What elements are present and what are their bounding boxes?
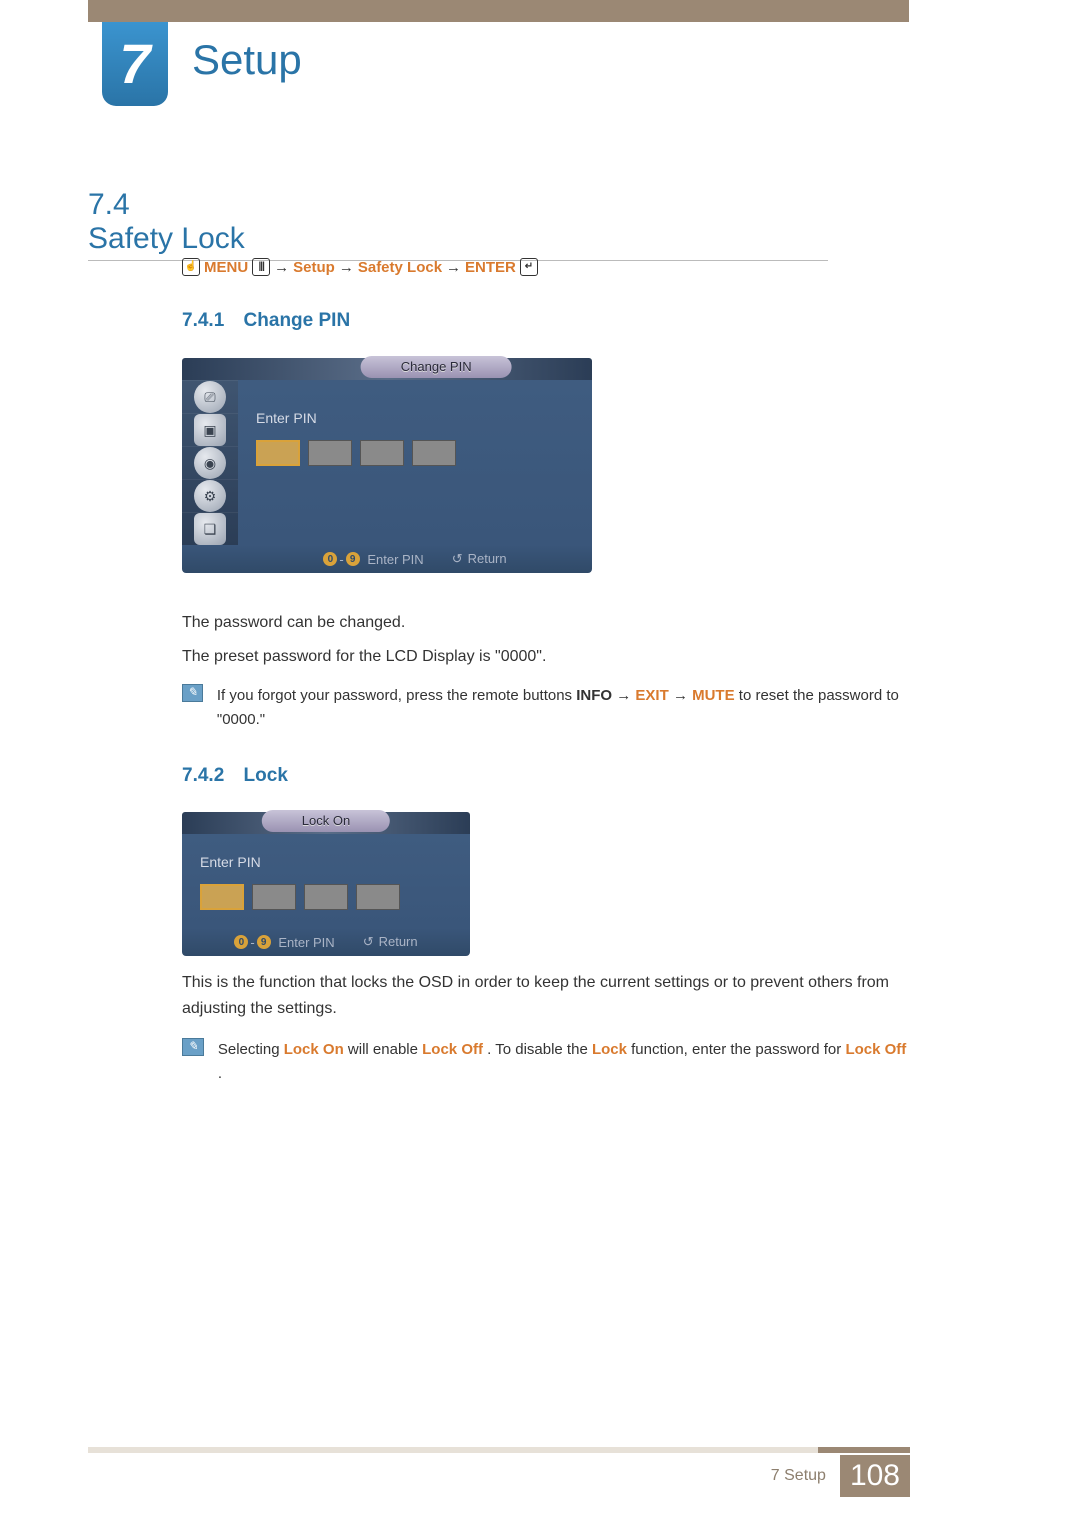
osd-main-area: Enter PIN xyxy=(182,834,470,928)
osd-title: Change PIN xyxy=(361,356,512,378)
footer-return-label: Return xyxy=(363,934,418,950)
body-text-3: This is the function that locks the OSD … xyxy=(182,970,910,1021)
footer-hint-enterpin: 0-9 Enter PIN xyxy=(323,552,423,567)
sidebar-input-icon: ⎚ xyxy=(194,381,226,413)
osd-change-pin-panel: Change PIN ⎚ ▣ ◉ ⚙ ❏ Enter PIN 0-9 Enter… xyxy=(182,358,592,573)
body-text-2: The preset password for the LCD Display … xyxy=(182,644,910,670)
enter-pin-label: Enter PIN xyxy=(256,410,574,426)
term-lock-off-2: Lock Off xyxy=(845,1041,906,1058)
chapter-number-tab: 7 xyxy=(102,22,168,106)
note-reset-password: ✎ If you forgot your password, press the… xyxy=(182,684,910,732)
digit-0-icon: 0 xyxy=(323,552,337,566)
arrow-icon: → xyxy=(274,259,289,276)
section-title: Safety Lock xyxy=(88,222,828,261)
breadcrumb-menu: MENU xyxy=(204,259,248,276)
pin-input-row xyxy=(200,884,452,910)
osd-title-bar: Change PIN xyxy=(182,358,592,380)
footer-return-label: Return xyxy=(452,551,507,567)
footer-page-number: 108 xyxy=(840,1455,910,1497)
note-lock-on: ✎ Selecting Lock On will enable Lock Off… xyxy=(182,1038,910,1086)
note-icon: ✎ xyxy=(182,1038,204,1056)
term-lock-on: Lock On xyxy=(284,1041,344,1058)
footer-hint-enterpin: 0-9 Enter PIN xyxy=(234,935,334,950)
footer-divider-light xyxy=(88,1447,818,1453)
pin-digit-3[interactable] xyxy=(304,884,348,910)
digit-0-icon: 0 xyxy=(234,935,248,949)
breadcrumb-setup: Setup xyxy=(293,259,335,276)
osd-footer: 0-9 Enter PIN Return xyxy=(182,545,592,573)
key-exit: EXIT xyxy=(635,687,668,704)
subsection-number: 7.4.1 xyxy=(182,310,224,331)
osd-lock-on-panel: Lock On Enter PIN 0-9 Enter PIN Return xyxy=(182,812,470,956)
digit-9-icon: 9 xyxy=(257,935,271,949)
osd-main-area: Enter PIN xyxy=(238,380,592,545)
remote-icon xyxy=(182,258,200,276)
key-info: INFO xyxy=(576,687,612,704)
osd-title-bar: Lock On xyxy=(182,812,470,834)
arrow-icon: → xyxy=(339,259,354,276)
sidebar-setup-icon: ⚙ xyxy=(194,480,226,512)
sidebar-sound-icon: ◉ xyxy=(194,447,226,479)
pin-digit-1[interactable] xyxy=(256,440,300,466)
pin-input-row xyxy=(256,440,574,466)
key-mute: MUTE xyxy=(692,687,735,704)
osd-sidebar: ⎚ ▣ ◉ ⚙ ❏ xyxy=(182,380,238,545)
pin-digit-4[interactable] xyxy=(356,884,400,910)
menu-path-breadcrumb: MENU → Setup → Safety Lock → ENTER xyxy=(182,258,538,276)
sidebar-multi-icon: ❏ xyxy=(194,513,226,545)
osd-title: Lock On xyxy=(262,810,390,832)
enter-pin-label: Enter PIN xyxy=(200,854,452,870)
header-band xyxy=(88,0,909,22)
chapter-title: Setup xyxy=(192,36,302,84)
section-number: 7.4 xyxy=(88,188,170,222)
subsection-title: Change PIN xyxy=(244,310,351,331)
note-icon: ✎ xyxy=(182,684,203,702)
sidebar-picture-icon: ▣ xyxy=(194,414,226,446)
subsection-741-header: 7.4.1 Change PIN xyxy=(182,310,350,332)
page-footer: 7 Setup 108 xyxy=(771,1455,910,1497)
section-header: 7.4 Safety Lock xyxy=(88,188,910,261)
subsection-title: Lock xyxy=(244,765,288,786)
enter-icon xyxy=(520,258,538,276)
arrow-icon: → xyxy=(446,259,461,276)
pin-digit-2[interactable] xyxy=(308,440,352,466)
pin-digit-1[interactable] xyxy=(200,884,244,910)
chapter-number: 7 xyxy=(119,36,150,92)
footer-enter-pin-label: Enter PIN xyxy=(367,552,423,567)
breadcrumb-enter: ENTER xyxy=(465,259,516,276)
osd-footer: 0-9 Enter PIN Return xyxy=(182,928,470,956)
digit-9-icon: 9 xyxy=(346,552,360,566)
menu-icon xyxy=(252,258,270,276)
pin-digit-3[interactable] xyxy=(360,440,404,466)
note-text: If you forgot your password, press the r… xyxy=(217,684,910,732)
breadcrumb-safety-lock: Safety Lock xyxy=(358,259,442,276)
subsection-number: 7.4.2 xyxy=(182,765,224,786)
pin-digit-4[interactable] xyxy=(412,440,456,466)
footer-enter-pin-label: Enter PIN xyxy=(278,935,334,950)
term-lock: Lock xyxy=(592,1041,627,1058)
note-text: Selecting Lock On will enable Lock Off .… xyxy=(218,1038,910,1086)
term-lock-off: Lock Off xyxy=(422,1041,483,1058)
footer-divider-dark xyxy=(818,1447,910,1453)
subsection-742-header: 7.4.2 Lock xyxy=(182,765,288,787)
footer-chapter-label: 7 Setup xyxy=(771,1467,826,1485)
body-text-1: The password can be changed. xyxy=(182,610,910,636)
pin-digit-2[interactable] xyxy=(252,884,296,910)
